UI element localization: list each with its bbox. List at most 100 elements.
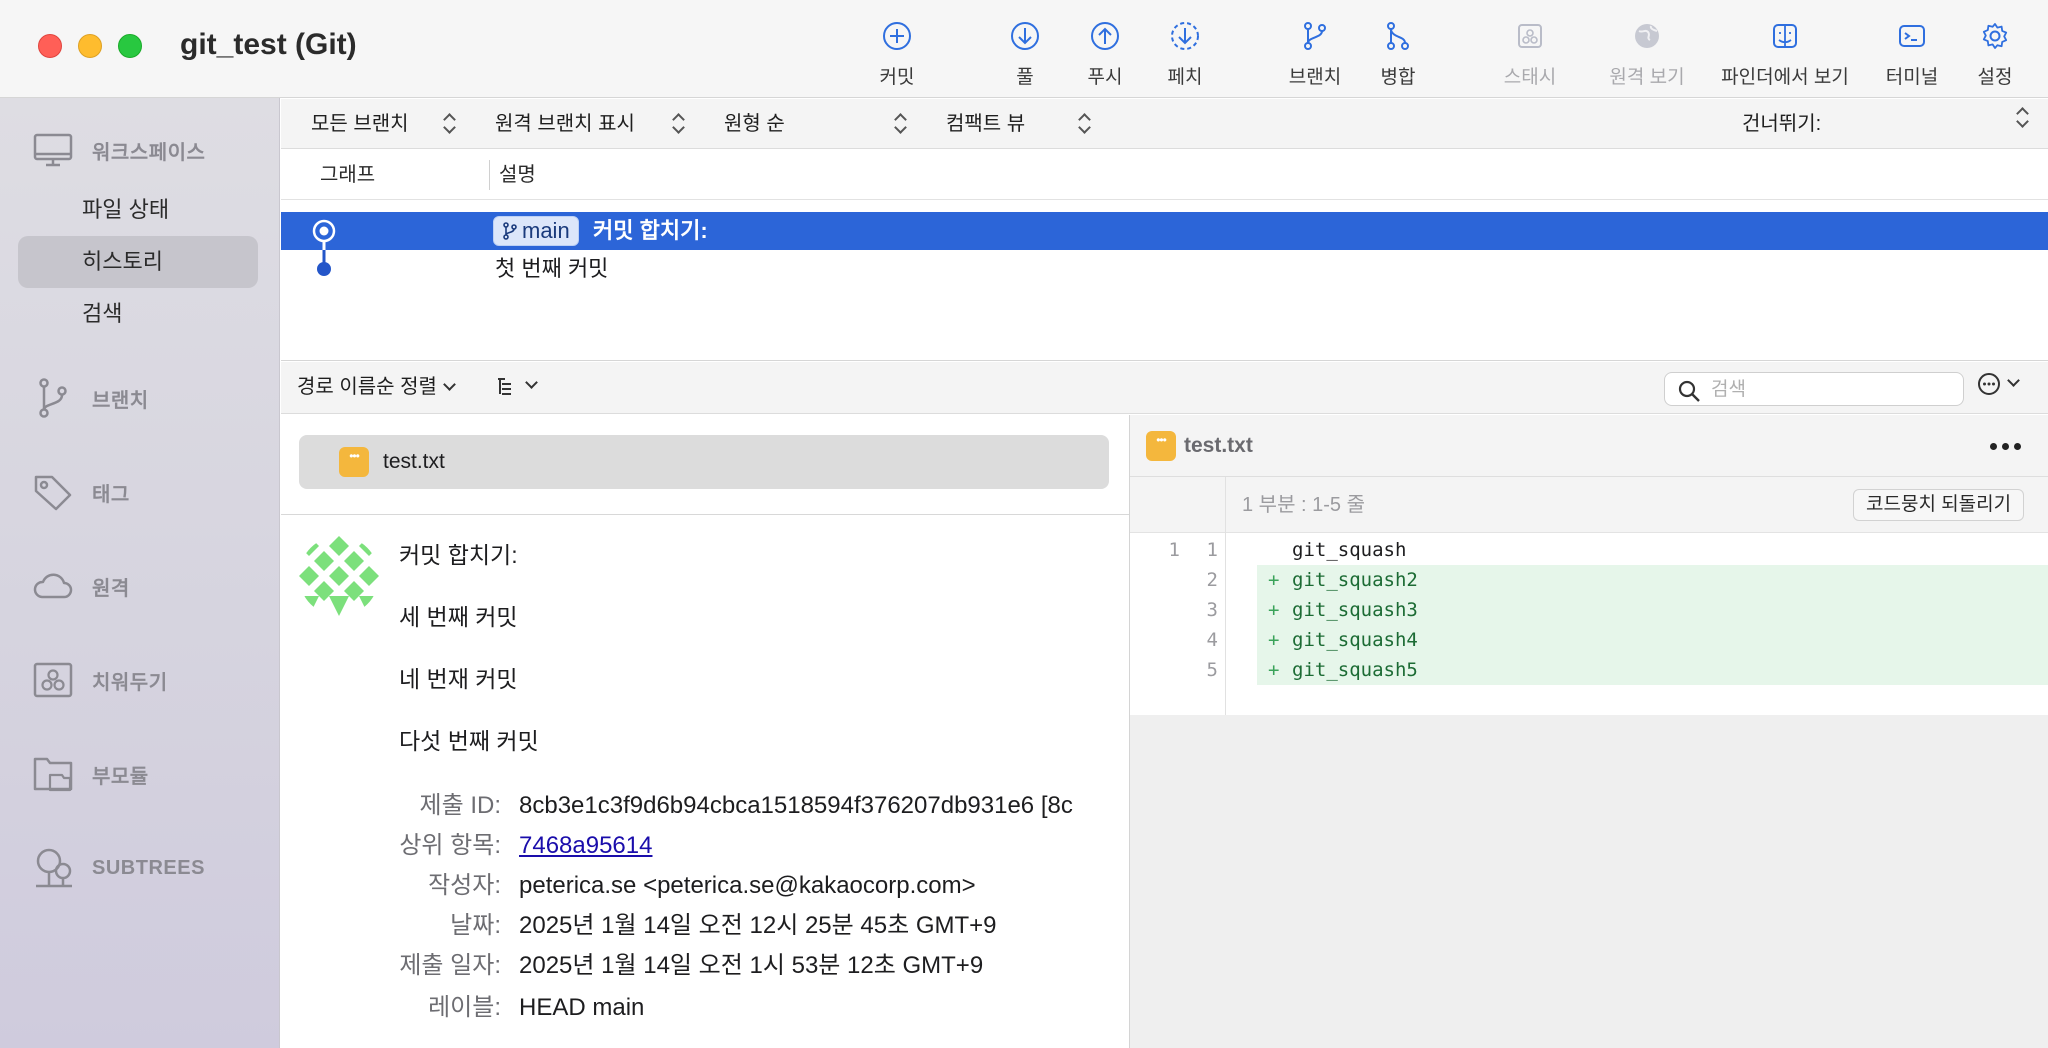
revert-hunk-button[interactable]: 코드뭉치 되돌리기 — [1853, 489, 2025, 521]
diff-pane: test.txt 1 부분 : 1-5 줄 코드뭉치 되돌리기 1 1 git_… — [1129, 415, 2048, 1048]
new-line-number: 2 — [1206, 569, 1218, 591]
line-text: git_squash5 — [1292, 659, 1418, 681]
view-remote-label: 원격 보기 — [1609, 67, 1685, 88]
author-value: peterica.se <peterica.se@kakaocorp.com> — [519, 872, 976, 899]
commit-graph — [312, 219, 336, 276]
stash-box-icon — [1518, 24, 1542, 48]
sidebar-item-search[interactable]: 검색 — [18, 288, 258, 340]
history-filter-bar: 모든 브랜치 원격 브랜치 표시 원형 순 컴팩트 뷰 건너뛰기: — [281, 99, 2048, 149]
added-marker: + — [1268, 569, 1280, 591]
graph-node — [317, 262, 331, 276]
commit-message-line: 다섯 번째 커밋 — [399, 728, 539, 754]
monitor-icon — [33, 133, 73, 167]
show-in-finder-button[interactable]: 파인더에서 보기 — [1710, 18, 1860, 89]
labels-key: 레이블: — [428, 994, 501, 1021]
commit-message-line: 커밋 합치기: — [399, 542, 518, 568]
hunk-gutter — [1130, 477, 1226, 533]
sidebar-item-file-status[interactable]: 파일 상태 — [18, 184, 258, 236]
up-down-chevron-icon — [2016, 105, 2030, 131]
sidebar-section-stashes[interactable]: 치워두기 — [32, 658, 168, 702]
commit-label: 커밋 — [879, 67, 915, 88]
subtrees-label: SUBTREES — [92, 856, 205, 879]
finder-icon — [1773, 24, 1797, 48]
column-graph[interactable]: 그래프 — [320, 150, 375, 200]
diff-file-name: test.txt — [1184, 434, 1253, 457]
ellipsis-circle-icon — [1978, 373, 2000, 395]
added-marker: + — [1268, 629, 1280, 651]
sidebar-section-branches[interactable]: 브랜치 — [32, 376, 149, 420]
up-down-chevron-icon — [443, 111, 457, 137]
fetch-dashed-circle-icon — [1171, 22, 1199, 50]
diff-more-button[interactable] — [1990, 443, 2021, 450]
sidebar-section-tags[interactable]: 태그 — [32, 470, 130, 514]
date-key: 날짜: — [450, 912, 501, 939]
commit-message-line: 세 번째 커밋 — [399, 604, 518, 630]
line-text: git_squash4 — [1292, 629, 1418, 651]
branch-icon — [39, 378, 67, 418]
diff-line-added: 5 + git_squash5 — [1130, 655, 2048, 685]
view-remote-button[interactable]: 원격 보기 — [1592, 18, 1702, 89]
minimize-window-button[interactable] — [78, 34, 102, 58]
arrow-up-circle-icon — [1091, 22, 1119, 50]
modified-file-icon — [1146, 431, 1176, 461]
commit-date-value: 2025년 1월 14일 오전 1시 53분 12초 GMT+9 — [519, 952, 984, 979]
labels-row: 레이블: HEAD main — [281, 990, 1129, 1026]
arrow-down-circle-icon — [1011, 22, 1039, 50]
remotes-label: 원격 — [92, 577, 130, 600]
window-title: git_test (Git) — [180, 28, 357, 61]
close-window-button[interactable] — [38, 34, 62, 58]
tree-view-button[interactable] — [495, 374, 538, 398]
author-avatar — [299, 536, 379, 616]
commit-id-key: 제출 ID: — [419, 792, 502, 819]
tags-label: 태그 — [92, 483, 130, 506]
new-line-number: 5 — [1206, 659, 1218, 681]
file-name: test.txt — [383, 450, 445, 473]
hunk-header: 1 부분 : 1-5 줄 코드뭉치 되돌리기 — [1130, 477, 2048, 533]
file-search-box[interactable] — [1664, 372, 1964, 406]
column-description[interactable]: 설명 — [499, 150, 536, 200]
chevron-down-icon — [443, 378, 456, 391]
tree-list-icon — [498, 378, 511, 395]
branch-filter-select[interactable]: 모든 브랜치 — [311, 99, 409, 149]
commit-button[interactable]: 커밋 — [842, 18, 952, 89]
parent-commit-link[interactable]: 7468a95614 — [519, 828, 652, 864]
commit-row[interactable]: 첫 번째 커밋 — [281, 250, 2048, 288]
remote-branch-select[interactable]: 원격 브랜치 표시 — [495, 99, 635, 149]
file-list-item[interactable]: test.txt — [299, 435, 1109, 489]
zoom-window-button[interactable] — [118, 34, 142, 58]
more-options-menu[interactable] — [1977, 372, 2020, 396]
fetch-button[interactable]: 페치 — [1130, 18, 1240, 89]
up-down-chevron-icon — [672, 111, 686, 137]
merge-button[interactable]: 병합 — [1343, 18, 1453, 89]
sidebar-section-submodules[interactable]: 부모듈 — [32, 752, 149, 796]
sidebar-section-remotes[interactable]: 원격 — [32, 564, 130, 608]
view-mode-select[interactable]: 컴팩트 뷰 — [946, 99, 1025, 149]
date-row: 날짜: 2025년 1월 14일 오전 12시 25분 45초 GMT+9 — [281, 908, 1129, 944]
folder-stack-icon — [33, 757, 73, 792]
commit-row-selected[interactable]: main 커밋 합치기: — [281, 212, 2048, 250]
commit-list-header: 그래프 설명 — [281, 150, 2048, 200]
sidebar-item-history[interactable]: 히스토리 — [18, 236, 258, 288]
sidebar-section-subtrees[interactable]: SUBTREES — [32, 846, 205, 890]
jump-to-select[interactable]: 건너뛰기: — [1742, 99, 1821, 149]
column-divider[interactable] — [489, 160, 490, 190]
added-marker: + — [1268, 659, 1280, 681]
settings-label: 설정 — [1977, 67, 2013, 88]
merge-icon — [1387, 22, 1409, 50]
branch-label-main[interactable]: main — [493, 216, 579, 246]
show-in-finder-label: 파인더에서 보기 — [1721, 67, 1849, 88]
sidebar-section-workspace[interactable]: 워크스페이스 — [32, 128, 205, 172]
added-marker: + — [1268, 599, 1280, 621]
sort-by-path-button[interactable]: 경로 이름순 정렬 — [297, 362, 456, 412]
chevron-down-icon — [2007, 373, 2020, 387]
chevron-down-icon — [525, 375, 538, 389]
diff-line-added: 2 + git_squash2 — [1130, 565, 2048, 595]
stash-box-icon — [33, 662, 73, 698]
commit-list: main 커밋 합치기: 첫 번째 커밋 — [281, 201, 2048, 361]
file-search-input[interactable] — [1711, 377, 1951, 403]
order-select[interactable]: 원형 순 — [724, 99, 785, 149]
stash-button[interactable]: 스태시 — [1475, 18, 1585, 89]
settings-button[interactable]: 설정 — [1940, 18, 2048, 89]
commit-details: 커밋 합치기: 세 번째 커밋 네 번재 커밋 다섯 번째 커밋 제출 ID: … — [281, 516, 1129, 1048]
labels-value: HEAD main — [519, 994, 645, 1021]
